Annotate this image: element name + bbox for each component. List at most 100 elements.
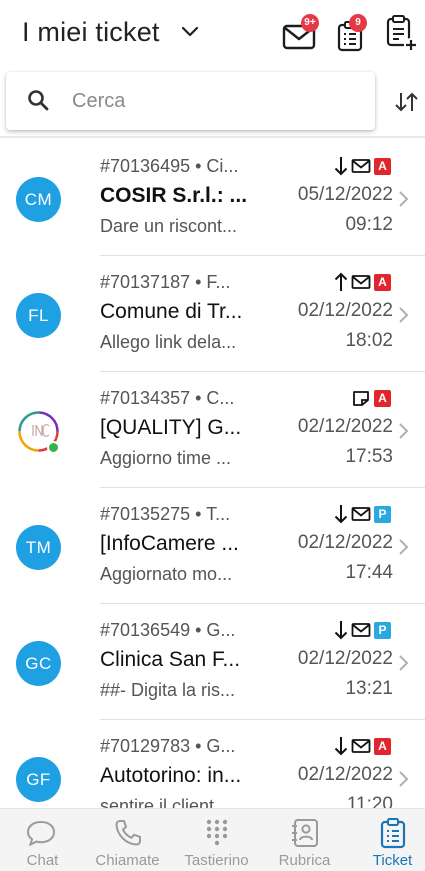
avatar: FL: [16, 293, 61, 338]
chevron-right-icon: [399, 771, 409, 787]
nav-item-rubrica[interactable]: Rubrica: [262, 809, 347, 871]
avatar: GF: [16, 757, 61, 802]
nav-label-chiamate: Chiamate: [95, 852, 160, 869]
priority-tag: A: [374, 737, 391, 755]
chevron-down-icon[interactable]: [180, 22, 200, 42]
ticket-subject: Clinica San F...: [100, 648, 241, 671]
ticket-date: 02/12/2022: [297, 532, 393, 553]
ticket-icon: [380, 818, 406, 849]
ticket-subject: COSIR S.r.l.: ...: [100, 184, 248, 207]
ticket-preview: Aggiorno time ...: [100, 448, 232, 468]
chevron-right-icon: [399, 423, 409, 439]
nav-item-tastierino[interactable]: Tastierino: [174, 809, 259, 871]
sort-icon[interactable]: [393, 88, 421, 116]
tasks-badge: 9: [349, 14, 367, 32]
ticket-row[interactable]: CM #70136495 • Ci... COSIR S.r.l.: ... Dare…: [0, 140, 425, 256]
ticket-status-icons: A: [334, 272, 391, 292]
arrow-down-icon: [334, 737, 348, 756]
ticket-date: 02/12/2022: [297, 764, 393, 785]
bottom-navigation: Chat Chiamate Tastierino Rubrica Ticket: [0, 808, 425, 871]
mail-icon: [351, 623, 371, 637]
ticket-preview: sentire il client...: [100, 796, 230, 808]
ticket-status-icons: P: [334, 620, 391, 640]
arrow-up-icon: [334, 272, 348, 291]
arrow-down-icon: [334, 505, 348, 524]
ticket-subject: [QUALITY] G...: [100, 416, 242, 439]
note-icon: [353, 391, 369, 406]
ticket-status-icons: P: [334, 504, 391, 524]
ticket-id: #70135275 • T...: [100, 504, 231, 524]
nav-label-chat: Chat: [26, 852, 59, 869]
ticket-time: 17:53: [345, 446, 393, 467]
avatar: GC: [16, 641, 61, 686]
priority-tag: P: [374, 621, 391, 639]
ticket-time: 13:21: [345, 678, 393, 699]
nav-label-tastierino: Tastierino: [184, 852, 249, 869]
search-icon: [28, 90, 49, 111]
ticket-preview: Aggiornato mo...: [100, 564, 233, 584]
tasks-button[interactable]: 9: [333, 12, 373, 56]
ticket-date: 05/12/2022: [297, 184, 393, 205]
search-input[interactable]: [72, 82, 362, 120]
ticket-status-icons: A: [334, 736, 391, 756]
arrow-down-icon: [334, 621, 348, 640]
ticket-id: #70137187 • F...: [100, 272, 231, 292]
ticket-preview: ##- Digita la ris...: [100, 680, 236, 700]
chevron-right-icon: [399, 307, 409, 323]
ticket-id: #70136549 • G...: [100, 620, 236, 640]
mail-icon: [351, 739, 371, 753]
online-status-dot: [47, 441, 60, 454]
nav-label-ticket: Ticket: [372, 852, 413, 869]
ticket-row[interactable]: TM #70135275 • T... [InfoCamere ... Aggiorn…: [0, 488, 425, 604]
ticket-list[interactable]: CM #70136495 • Ci... COSIR S.r.l.: ... Dare…: [0, 140, 425, 808]
mail-badge: 9+: [301, 14, 319, 32]
avatar: TM: [16, 525, 61, 570]
ticket-preview: Dare un riscont...: [100, 216, 238, 236]
add-ticket-icon[interactable]: [385, 14, 419, 52]
nav-item-ticket[interactable]: Ticket: [350, 809, 425, 871]
ticket-row[interactable]: FL #70137187 • F... Comune di Tr... Allego …: [0, 256, 425, 372]
chevron-right-icon: [399, 191, 409, 207]
arrow-down-icon: [334, 157, 348, 176]
ticket-status-icons: A: [334, 156, 391, 176]
ticket-id: #70129783 • G...: [100, 736, 236, 756]
chat-icon: [26, 820, 56, 847]
ticket-id: #70136495 • Ci...: [100, 156, 239, 176]
ticket-time: 09:12: [345, 214, 393, 235]
ticket-preview: Allego link dela...: [100, 332, 237, 352]
priority-tag: A: [374, 273, 391, 291]
search-bar[interactable]: [6, 72, 375, 130]
page-title[interactable]: I miei ticket: [22, 17, 160, 48]
ticket-time: 17:44: [345, 562, 393, 583]
app-header: I miei ticket 9+ 9: [0, 0, 425, 68]
mail-button[interactable]: 9+: [280, 12, 324, 56]
ticket-row[interactable]: GF #70129783 • G... Autotorino: in... senti…: [0, 720, 425, 808]
nav-item-chat[interactable]: Chat: [0, 809, 85, 871]
priority-tag: P: [374, 505, 391, 523]
list-divider: [0, 136, 425, 138]
phone-icon: [115, 820, 141, 846]
avatar: CM: [16, 177, 61, 222]
ticket-row[interactable]: GC #70136549 • G... Clinica San F... ##- Di…: [0, 604, 425, 720]
ticket-time: 18:02: [345, 330, 393, 351]
ticket-id: #70134357 • C...: [100, 388, 235, 408]
nav-item-chiamate[interactable]: Chiamate: [85, 809, 170, 871]
ticket-subject: Comune di Tr...: [100, 300, 243, 323]
priority-tag: A: [374, 157, 391, 175]
mail-icon: [351, 275, 371, 289]
nav-label-rubrica: Rubrica: [278, 852, 331, 869]
priority-tag: A: [374, 389, 391, 407]
contacts-icon: [292, 819, 318, 847]
ticket-subject: [InfoCamere ...: [100, 532, 239, 555]
ticket-status-icons: A: [351, 388, 391, 408]
chevron-right-icon: [399, 655, 409, 671]
mail-icon: [351, 159, 371, 173]
ticket-date: 02/12/2022: [297, 300, 393, 321]
ticket-date: 02/12/2022: [297, 416, 393, 437]
ticket-row[interactable]: #70134357 • C... [QUALITY] G... Aggiorno t…: [0, 372, 425, 488]
dialpad-icon: [206, 819, 228, 846]
ticket-time: 11:20: [346, 794, 393, 808]
mail-icon: [351, 507, 371, 521]
chevron-right-icon: [399, 539, 409, 555]
ticket-subject: Autotorino: in...: [100, 764, 242, 787]
